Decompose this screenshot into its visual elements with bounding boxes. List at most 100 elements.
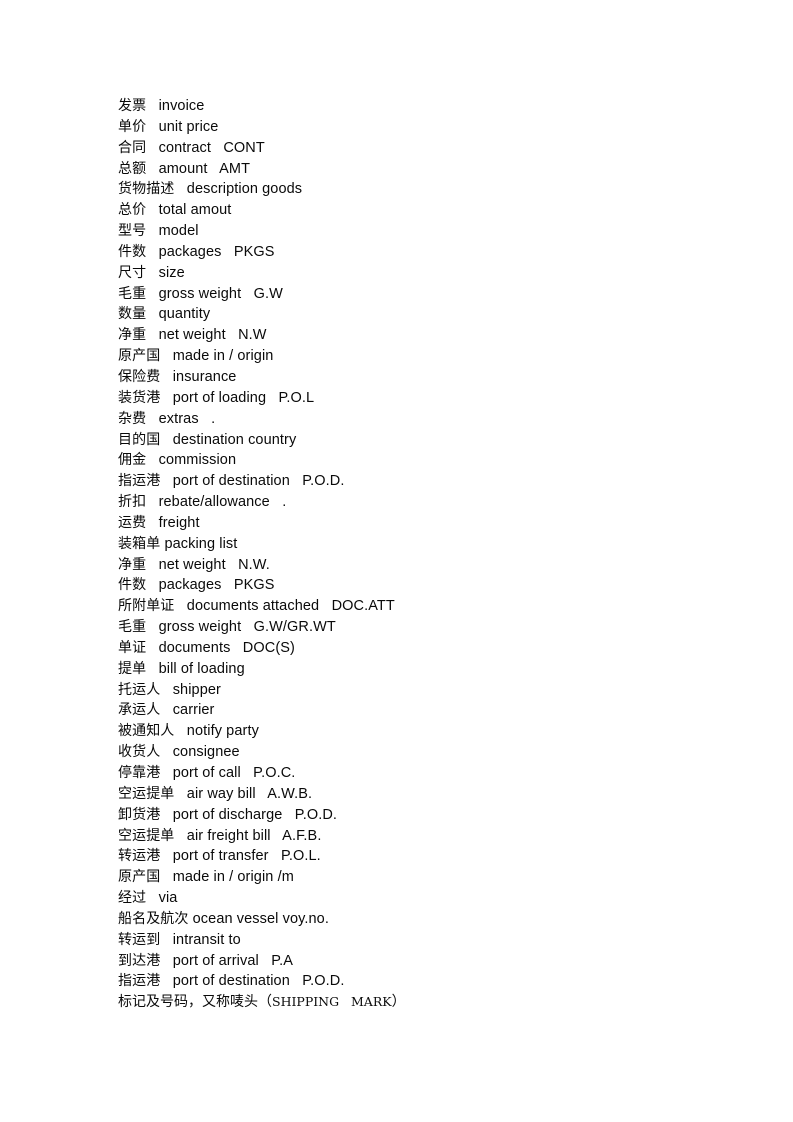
- term-english: net weight N.W: [158, 327, 267, 344]
- term-separator: [146, 119, 158, 135]
- term-chinese: 折扣: [118, 494, 147, 511]
- term-separator: [146, 577, 158, 593]
- glossary-line: 净重 net weight N.W: [118, 325, 721, 346]
- glossary-line: 原产国 made in / origin: [118, 346, 721, 367]
- term-english: port of discharge P.O.D.: [172, 806, 338, 823]
- term-chinese: 原产国: [118, 348, 161, 365]
- glossary-line: 尺寸 size: [118, 263, 721, 284]
- term-english: via: [158, 890, 178, 907]
- term-english: port of transfer P.O.L.: [172, 848, 321, 865]
- term-tail: ）: [391, 994, 406, 1011]
- document-page: 发票 invoice 单价 unit price 合同 contract CONT 总…: [0, 0, 793, 1122]
- term-chinese: 标记及号码，又称唛头（: [118, 994, 272, 1011]
- glossary-line: 指运港 port of destination P.O.D.: [118, 471, 721, 492]
- term-chinese: 合同: [118, 139, 147, 156]
- term-separator: [160, 702, 172, 718]
- term-chinese: 卸货港: [118, 806, 161, 823]
- term-chinese: 转运到: [118, 931, 161, 948]
- term-chinese: 承运人: [118, 702, 161, 719]
- term-english: gross weight G.W/GR.WT: [158, 619, 336, 636]
- term-english: consignee: [172, 744, 240, 761]
- term-chinese: 单证: [118, 639, 147, 656]
- glossary-line: 件数 packages PKGS: [118, 575, 721, 596]
- glossary-line: 收货人 consignee: [118, 742, 721, 763]
- term-english: air way bill A.W.B.: [186, 785, 313, 802]
- term-separator: [160, 807, 172, 823]
- term-english: SHIPPING MARK: [272, 994, 392, 1010]
- term-english: port of loading P.O.L: [172, 389, 315, 406]
- glossary-line: 运费 freight: [118, 513, 721, 534]
- term-chinese: 收货人: [118, 744, 161, 761]
- term-chinese: 总价: [118, 202, 147, 219]
- term-english: insurance: [172, 368, 237, 385]
- glossary-line: 转运港 port of transfer P.O.L.: [118, 846, 721, 867]
- term-separator: [146, 494, 158, 510]
- term-chinese: 原产国: [118, 869, 161, 886]
- term-english: commission: [158, 452, 237, 469]
- term-separator: [146, 161, 158, 177]
- term-english: made in / origin: [172, 348, 274, 365]
- term-chinese: 停靠港: [118, 765, 161, 781]
- term-separator: [146, 140, 158, 156]
- term-chinese: 净重: [118, 556, 147, 573]
- glossary-line: 目的国 destination country: [118, 430, 721, 451]
- glossary-line: 装货港 port of loading P.O.L: [118, 388, 721, 409]
- term-english: shipper: [172, 681, 221, 698]
- term-separator: [160, 369, 172, 385]
- term-separator: [174, 598, 186, 614]
- glossary-line: 承运人 carrier: [118, 700, 721, 721]
- term-separator: [160, 432, 172, 448]
- term-chinese: 型号: [118, 223, 147, 240]
- glossary-line: 船名及航次 ocean vessel voy.no.: [118, 909, 721, 930]
- term-chinese: 所附单证: [118, 598, 175, 615]
- term-chinese: 指运港: [118, 473, 161, 490]
- term-separator: [146, 223, 158, 239]
- glossary-line: 原产国 made in / origin /m: [118, 867, 721, 888]
- term-english: amount AMT: [158, 160, 251, 177]
- term-separator: [160, 390, 172, 406]
- term-english: model: [158, 223, 199, 240]
- term-separator: [160, 932, 172, 948]
- glossary-line: 件数 packages PKGS: [118, 242, 721, 263]
- glossary-line: 单价 unit price: [118, 117, 721, 138]
- glossary-line: 卸货港 port of discharge P.O.D.: [118, 805, 721, 826]
- glossary-line: 货物描述 description goods: [118, 179, 721, 200]
- term-chinese: 装货港: [118, 389, 161, 406]
- term-separator: [160, 744, 172, 760]
- glossary-line: 停靠港 port of call P.O.C.: [118, 763, 721, 784]
- glossary-line: 指运港 port of destination P.O.D.: [118, 971, 721, 992]
- glossary-term-list: 发票 invoice 单价 unit price 合同 contract CONT 总…: [118, 96, 721, 1013]
- term-separator: [160, 973, 172, 989]
- term-english: carrier: [172, 702, 215, 719]
- term-chinese: 空运提单: [118, 785, 175, 802]
- term-english: packages PKGS: [158, 243, 275, 260]
- term-english: port of arrival P.A: [172, 952, 294, 969]
- term-separator: [146, 327, 158, 343]
- term-separator: [160, 682, 172, 698]
- term-separator: [160, 848, 172, 864]
- term-chinese: 转运港: [118, 848, 161, 865]
- term-english: documents attached DOC.ATT: [186, 598, 395, 615]
- term-chinese: 货物描述: [118, 181, 175, 198]
- term-separator: [146, 640, 158, 656]
- term-chinese: 空运提单: [118, 827, 175, 844]
- glossary-line: 折扣 rebate/allowance .: [118, 492, 721, 513]
- term-chinese: 托运人: [118, 681, 161, 698]
- term-chinese: 佣金: [118, 452, 147, 469]
- glossary-line: 标记及号码，又称唛头（SHIPPING MARK）: [118, 992, 721, 1013]
- term-separator: [146, 661, 158, 677]
- term-separator: [174, 723, 186, 739]
- term-chinese: 船名及航次: [118, 910, 189, 927]
- term-english: size: [158, 264, 185, 281]
- term-english: net weight N.W.: [158, 556, 270, 573]
- term-separator: [146, 619, 158, 635]
- term-chinese: 到达港: [118, 952, 161, 969]
- glossary-line: 杂费 extras .: [118, 409, 721, 430]
- term-chinese: 数量: [118, 306, 147, 323]
- glossary-line: 到达港 port of arrival P.A: [118, 951, 721, 972]
- term-english: notify party: [186, 723, 259, 740]
- term-chinese: 装箱单: [118, 535, 161, 552]
- term-chinese: 保险费: [118, 368, 161, 385]
- term-separator: [146, 202, 158, 218]
- term-english: air freight bill A.F.B.: [186, 827, 322, 844]
